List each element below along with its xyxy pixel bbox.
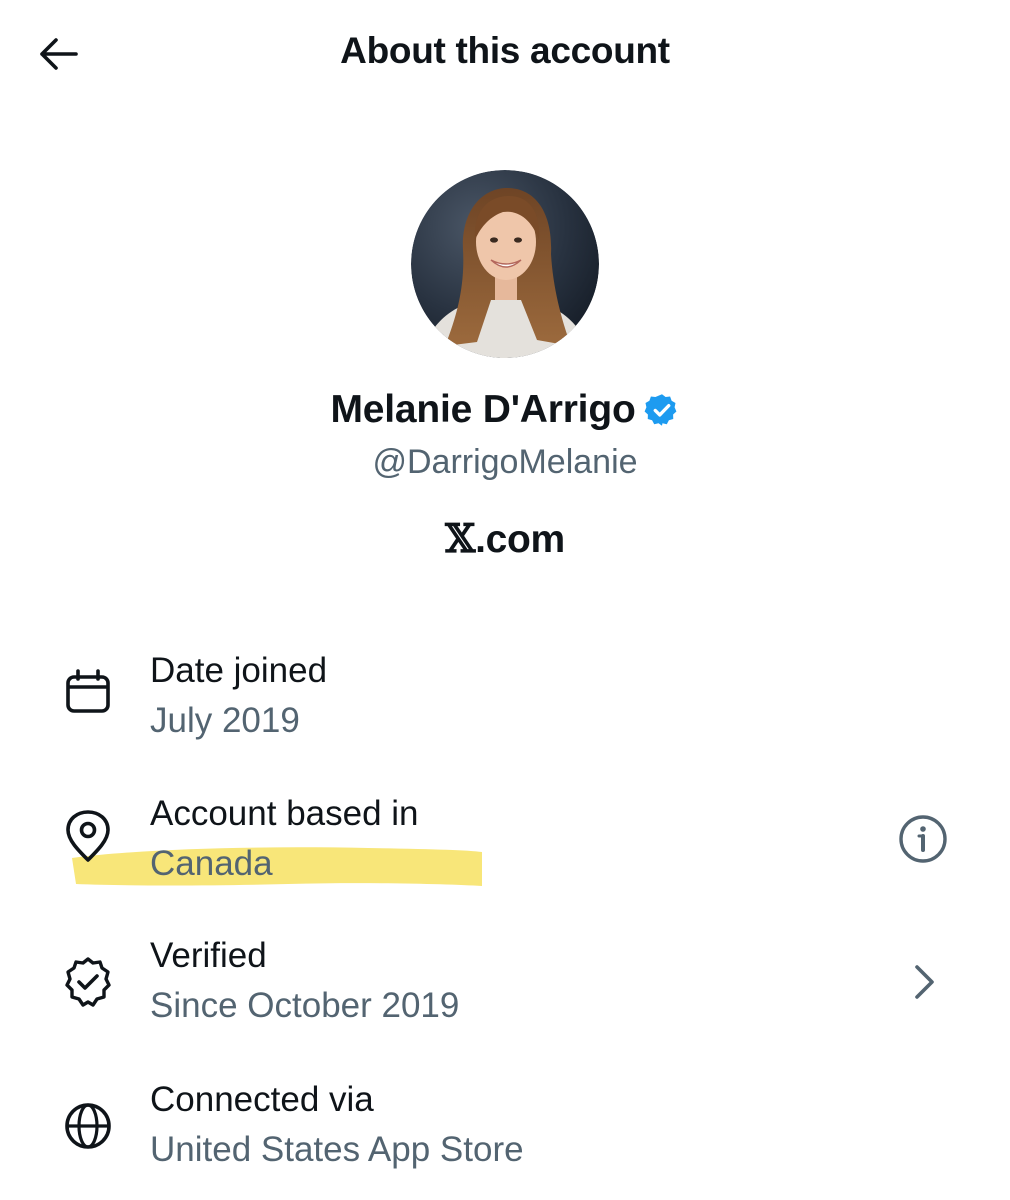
profile-photo [411,170,599,358]
top-bar: About this account [0,0,1010,110]
row-value: Since October 2019 [150,986,460,1025]
row-title: Connected via [150,1080,374,1119]
detail-row-verified[interactable]: Verified Since October 2019 [0,932,1010,1042]
chevron-right-icon [915,965,934,999]
info-button[interactable] [896,812,950,866]
location-pin-icon [66,810,110,862]
detail-row-connected-via: Connected via United States App Store [0,1076,1010,1186]
page-title: About this account [340,30,670,71]
calendar-icon [66,669,110,713]
row-title: Account based in [150,794,419,833]
row-value: United States App Store [150,1130,524,1169]
detail-row-account-based-in: Account based in Canada [0,790,1010,900]
verified-details-button[interactable] [900,955,950,1009]
profile-handle: @DarrigoMelanie [372,443,638,481]
globe-icon [65,1103,111,1149]
verified-check-icon [65,957,111,1007]
source-site: 𝕏.com [0,516,1010,562]
x-logo: 𝕏 [445,516,476,562]
info-icon [899,815,947,863]
source-domain: .com [475,518,565,561]
verified-badge-icon[interactable] [644,392,680,428]
row-value: Canada [150,844,273,883]
row-value: July 2019 [150,701,300,740]
profile-name-row: Melanie D'Arrigo [0,388,1010,432]
display-name: Melanie D'Arrigo [330,388,636,431]
detail-row-date-joined: Date joined July 2019 [0,645,1010,755]
avatar[interactable] [411,170,599,358]
row-title: Verified [150,936,267,975]
row-title: Date joined [150,651,328,690]
